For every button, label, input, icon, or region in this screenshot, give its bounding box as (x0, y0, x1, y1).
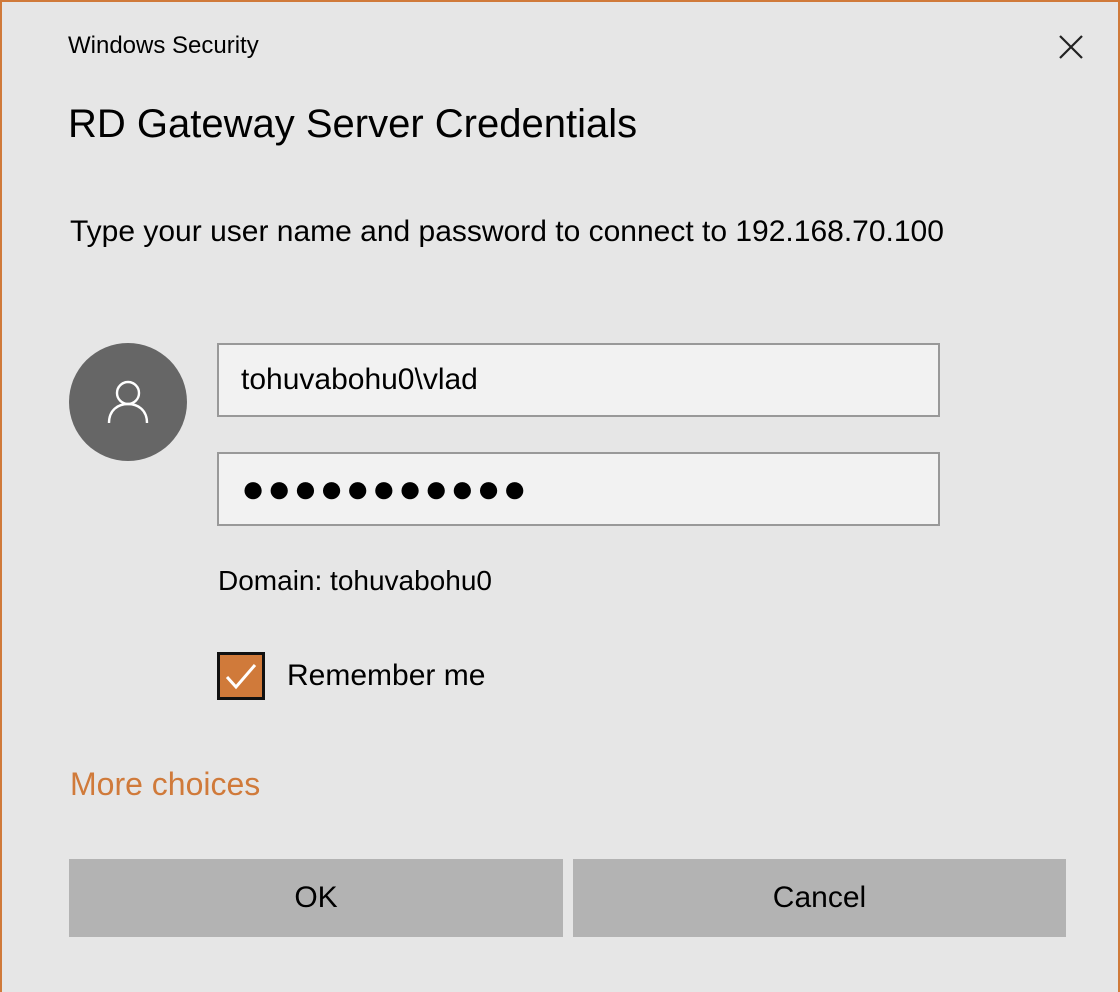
close-icon (1059, 35, 1083, 59)
username-field[interactable]: tohuvabohu0\vlad (217, 343, 940, 417)
ok-button[interactable]: OK (69, 859, 563, 937)
remember-me-option[interactable]: Remember me (217, 652, 485, 700)
username-value: tohuvabohu0\vlad (241, 363, 478, 396)
password-field[interactable]: ●●●●●●●●●●● (217, 452, 940, 526)
connect-message: Type your user name and password to conn… (70, 215, 944, 248)
cancel-button[interactable]: Cancel (573, 859, 1066, 937)
window-title: Windows Security (68, 32, 259, 59)
domain-label: Domain: tohuvabohu0 (218, 565, 492, 596)
more-choices-link[interactable]: More choices (70, 766, 260, 803)
password-value: ●●●●●●●●●●● (241, 466, 529, 511)
user-icon (107, 380, 149, 424)
credentials-dialog: Windows Security RD Gateway Server Crede… (0, 0, 1120, 992)
checkmark-icon (225, 664, 257, 690)
remember-me-checkbox[interactable] (217, 652, 265, 700)
dialog-heading: RD Gateway Server Credentials (68, 102, 638, 146)
avatar (69, 343, 187, 461)
close-button[interactable] (1048, 24, 1094, 70)
remember-me-label: Remember me (287, 659, 486, 692)
